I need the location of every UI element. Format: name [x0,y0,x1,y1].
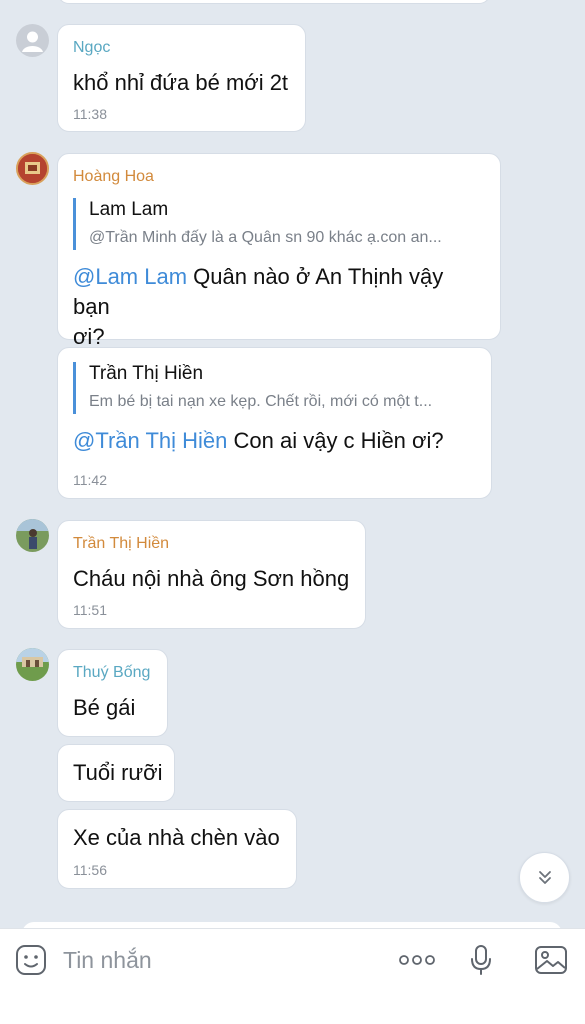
message-bubble-partial [57,0,491,4]
scroll-to-bottom-button[interactable] [519,852,570,903]
message-bubble[interactable]: Ngọc khổ nhỉ đứa bé mới 2t 11:38 [57,24,306,132]
message-composer: Tin nhắn [0,928,585,1024]
message-text: Cháu nội nhà ông Sơn hồng [73,566,350,591]
message-time: 11:51 [73,602,107,618]
message-text-line2: ơi? [73,324,105,349]
image-icon [535,946,567,974]
message-bubble[interactable]: Trần Thị Hiền Em bé bị tai nạn xe kẹp. C… [57,347,492,499]
message-text: Tuổi rưỡi [73,760,163,785]
message-text: Xe của nhà chèn vào [73,825,280,850]
avatar[interactable] [16,152,49,185]
message-bubble[interactable]: Xe của nhà chèn vào 11:56 [57,809,297,889]
user-placeholder-icon [22,31,43,52]
quote-author: Lam Lam [89,199,169,220]
smiley-sticker-icon [16,945,46,975]
mention-link[interactable]: @Lam Lam [73,264,187,289]
microphone-icon [471,945,491,975]
message-time: 11:56 [73,862,107,878]
quote-author: Trần Thị Hiền [89,363,204,384]
sender-name: Trần Thị Hiền [73,535,170,552]
message-bubble[interactable]: Thuý Bống Bé gái [57,649,168,737]
chat-message-list[interactable]: Ngọc khổ nhỉ đứa bé mới 2t 11:38 Hoàng H… [0,0,585,928]
message-text: Bé gái [73,695,136,720]
quote-text: @Trần Minh đấy là a Quân sn 90 khác ạ.co… [89,229,442,246]
message-bubble[interactable]: Hoàng Hoa Lam Lam @Trần Minh đấy là a Qu… [57,153,501,349]
sender-name: Thuý Bống [73,664,151,681]
sender-name: Ngọc [73,39,111,56]
quote-text: Em bé bị tai nạn xe kẹp. Chết rồi, mới c… [89,393,433,410]
voice-record-button[interactable] [466,943,496,977]
reply-quote[interactable]: Lam Lam @Trần Minh đấy là a Quân sn 90 k… [73,198,486,250]
message-bubble[interactable]: Tuổi rưỡi [57,744,175,802]
reply-quote[interactable]: Trần Thị Hiền Em bé bị tai nạn xe kẹp. C… [73,362,477,414]
message-time: 11:38 [73,106,107,122]
avatar-image [16,648,49,681]
avatar[interactable] [16,24,49,57]
message-text: @Lam Lam Quân nào ở An Thịnh vậy bạn ơi? [73,262,486,352]
avatar-image [18,154,47,183]
more-options-button[interactable] [397,949,437,971]
photo-gallery-button[interactable] [533,943,569,977]
message-time: 11:42 [73,472,107,488]
message-text: @Trần Thị Hiền Con ai vậy c Hiền ơi? [73,426,444,456]
message-input[interactable]: Tin nhắn [63,947,152,974]
message-bubble[interactable]: Trần Thị Hiền Cháu nội nhà ông Sơn hồng … [57,520,366,629]
sticker-button[interactable] [14,943,48,977]
message-text: khổ nhỉ đứa bé mới 2t [73,70,289,95]
avatar[interactable] [16,519,49,552]
double-chevron-down-icon [538,870,551,884]
avatar[interactable] [16,648,49,681]
message-text-body: Con ai vậy c Hiền ơi? [227,428,444,453]
mention-link[interactable]: @Trần Thị Hiền [73,428,227,453]
more-dots-icon [399,955,435,965]
sender-name: Hoàng Hoa [73,168,154,185]
avatar-image [16,519,49,552]
